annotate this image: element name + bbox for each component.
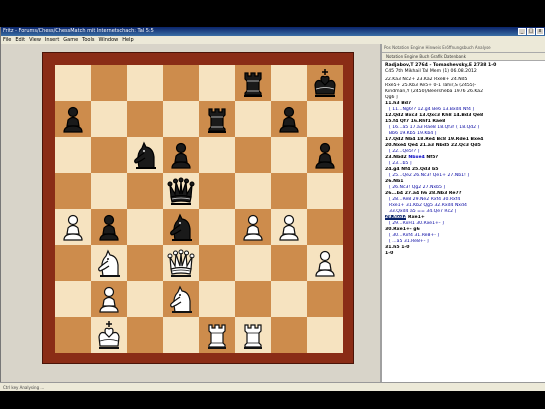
square-e2[interactable] — [199, 281, 235, 317]
square-c5[interactable] — [127, 173, 163, 209]
menu-item-window[interactable]: Window — [99, 36, 119, 44]
square-g5[interactable] — [271, 173, 307, 209]
game-subtitle: C45 7th Mikhail Tal Mem (1) 06.08.2012 — [385, 69, 477, 74]
move-list: 22.Ka3 Nc2+ 23.Ka2 Rxe8+ 24.Nd5 Rxe5+ 25.… — [382, 76, 545, 258]
square-d8[interactable] — [163, 65, 199, 101]
square-d1[interactable] — [163, 317, 199, 353]
square-e5[interactable] — [199, 173, 235, 209]
square-f2[interactable] — [235, 281, 271, 317]
application-window: Fritz - Forums/Chess/ChessMatch mit Inte… — [0, 27, 545, 382]
menu-item-help[interactable]: Help — [122, 36, 133, 44]
square-d6[interactable] — [163, 137, 199, 173]
square-e7[interactable] — [199, 101, 235, 137]
square-d2[interactable] — [163, 281, 199, 317]
minimize-button[interactable]: _ — [518, 28, 526, 35]
square-g4[interactable] — [271, 209, 307, 245]
square-a8[interactable] — [55, 65, 91, 101]
square-h5[interactable] — [307, 173, 343, 209]
square-b8[interactable] — [91, 65, 127, 101]
square-d5[interactable] — [163, 173, 199, 209]
move-line[interactable]: 1-0 — [385, 251, 542, 257]
square-e4[interactable] — [199, 209, 235, 245]
menu-item-insert[interactable]: Insert — [45, 36, 59, 44]
square-e3[interactable] — [199, 245, 235, 281]
square-a4[interactable] — [55, 209, 91, 245]
square-c3[interactable] — [127, 245, 163, 281]
square-b4[interactable] — [91, 209, 127, 245]
window-edge — [0, 27, 1, 382]
square-d4[interactable] — [163, 209, 199, 245]
square-c8[interactable] — [127, 65, 163, 101]
square-c1[interactable] — [127, 317, 163, 353]
square-h8[interactable] — [307, 65, 343, 101]
square-b6[interactable] — [91, 137, 127, 173]
square-e1[interactable] — [199, 317, 235, 353]
menu-item-file[interactable]: File — [3, 36, 11, 44]
window-title: Fritz - Forums/Chess/ChessMatch mit Inte… — [3, 28, 154, 34]
square-a1[interactable] — [55, 317, 91, 353]
square-g6[interactable] — [271, 137, 307, 173]
square-h6[interactable] — [307, 137, 343, 173]
square-c6[interactable] — [127, 137, 163, 173]
close-button[interactable]: x — [536, 28, 544, 35]
square-a3[interactable] — [55, 245, 91, 281]
square-h1[interactable] — [307, 317, 343, 353]
square-e8[interactable] — [199, 65, 235, 101]
notation-pane: Pos Notation Engine Hinweis Eröffnungsbu… — [382, 44, 545, 382]
current-move[interactable]: 29.Nxd2 — [385, 215, 407, 220]
square-a5[interactable] — [55, 173, 91, 209]
square-c4[interactable] — [127, 209, 163, 245]
menu-item-game[interactable]: Game — [63, 36, 78, 44]
status-bar: Ctrl key Analysing ... — [0, 382, 545, 391]
square-f1[interactable] — [235, 317, 271, 353]
menu-bar: File Edit View Insert Game Tools Window Help — [0, 36, 545, 44]
square-d3[interactable] — [163, 245, 199, 281]
square-h2[interactable] — [307, 281, 343, 317]
square-e6[interactable] — [199, 137, 235, 173]
game-header: Radjabov,T 2764 - Tomashevsky,E 2738 1-0… — [382, 61, 545, 76]
board-frame — [42, 52, 354, 364]
board-pane: ⏮◀▶⏭■⏹▶◀▶⏭ — [0, 44, 380, 382]
square-h7[interactable] — [307, 101, 343, 137]
square-d7[interactable] — [163, 101, 199, 137]
menu-item-tools[interactable]: Tools — [82, 36, 94, 44]
square-c2[interactable] — [127, 281, 163, 317]
square-a7[interactable] — [55, 101, 91, 137]
square-f8[interactable] — [235, 65, 271, 101]
square-a6[interactable] — [55, 137, 91, 173]
square-a2[interactable] — [55, 281, 91, 317]
square-b5[interactable] — [91, 173, 127, 209]
highlighted-move[interactable]: Nbxe4 — [408, 155, 424, 160]
menu-item-view[interactable]: View — [29, 36, 41, 44]
square-g1[interactable] — [271, 317, 307, 353]
square-f3[interactable] — [235, 245, 271, 281]
square-b2[interactable] — [91, 281, 127, 317]
square-b1[interactable] — [91, 317, 127, 353]
square-g2[interactable] — [271, 281, 307, 317]
notation-toolbar[interactable]: Pos Notation Engine Hinweis Eröffnungsbu… — [382, 44, 545, 53]
menu-item-edit[interactable]: Edit — [15, 36, 25, 44]
chess-board[interactable] — [55, 65, 343, 353]
square-h4[interactable] — [307, 209, 343, 245]
square-f5[interactable] — [235, 173, 271, 209]
square-f4[interactable] — [235, 209, 271, 245]
square-g8[interactable] — [271, 65, 307, 101]
title-bar: Fritz - Forums/Chess/ChessMatch mit Inte… — [0, 27, 545, 36]
square-c7[interactable] — [127, 101, 163, 137]
square-b7[interactable] — [91, 101, 127, 137]
square-g3[interactable] — [271, 245, 307, 281]
notation-tabs[interactable]: Notation Engine Buch Grafik Datenbank — [382, 53, 545, 61]
square-b3[interactable] — [91, 245, 127, 281]
window-controls: _ □ x — [518, 28, 544, 35]
maximize-button[interactable]: □ — [527, 28, 535, 35]
square-f6[interactable] — [235, 137, 271, 173]
square-f7[interactable] — [235, 101, 271, 137]
square-h3[interactable] — [307, 245, 343, 281]
square-g7[interactable] — [271, 101, 307, 137]
